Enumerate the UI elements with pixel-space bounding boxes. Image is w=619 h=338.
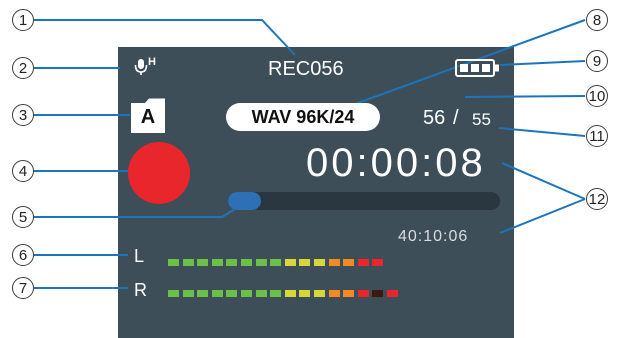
level-segment bbox=[372, 259, 384, 266]
progress-track bbox=[228, 192, 500, 210]
callout-12: 12 bbox=[586, 188, 608, 210]
level-segment bbox=[299, 259, 311, 266]
level-segment bbox=[226, 259, 238, 266]
callout-4: 4 bbox=[12, 160, 34, 182]
level-segment bbox=[255, 290, 267, 297]
callout-8: 8 bbox=[586, 9, 608, 31]
level-segment bbox=[182, 259, 194, 266]
right-channel-label: R bbox=[134, 280, 147, 300]
level-segment bbox=[343, 259, 355, 266]
callout-10: 10 bbox=[586, 85, 608, 107]
level-segment bbox=[270, 290, 282, 297]
mic-sensitivity-label: H bbox=[148, 56, 156, 68]
level-segment bbox=[314, 259, 325, 266]
callout-9: 9 bbox=[586, 50, 608, 72]
level-segment bbox=[270, 259, 282, 266]
level-segment bbox=[255, 259, 267, 266]
level-segment bbox=[168, 259, 179, 266]
battery-icon bbox=[455, 59, 501, 77]
level-segment bbox=[328, 290, 340, 297]
level-segment bbox=[284, 290, 296, 297]
level-segment bbox=[182, 290, 194, 297]
level-segment bbox=[343, 290, 355, 297]
record-icon bbox=[128, 142, 190, 204]
level-segment bbox=[241, 290, 252, 297]
folder-label: A bbox=[140, 106, 156, 128]
callout-5: 5 bbox=[12, 206, 34, 228]
level-segment bbox=[211, 290, 223, 297]
file-count-separator: / bbox=[453, 107, 459, 129]
level-segment bbox=[226, 290, 238, 297]
level-segment bbox=[197, 259, 209, 266]
level-segment bbox=[357, 290, 369, 297]
callout-1: 1 bbox=[12, 9, 34, 31]
level-segment bbox=[284, 259, 296, 266]
level-segment bbox=[299, 290, 311, 297]
level-segment bbox=[387, 290, 398, 297]
level-segment bbox=[197, 290, 209, 297]
progress-fill bbox=[228, 192, 261, 210]
level-segment bbox=[168, 290, 179, 297]
file-total: 55 bbox=[472, 110, 491, 129]
level-segment bbox=[314, 290, 325, 297]
callout-3: 3 bbox=[12, 104, 34, 126]
format-badge: WAV 96K/24 bbox=[226, 103, 380, 131]
callout-6: 6 bbox=[12, 244, 34, 266]
callout-11: 11 bbox=[586, 125, 608, 147]
file-index: 56 bbox=[423, 107, 446, 129]
elapsed-time: 00:00:08 bbox=[306, 141, 486, 185]
callout-7: 7 bbox=[12, 277, 34, 299]
microphone-icon bbox=[134, 58, 148, 76]
remaining-time: 40:10:06 bbox=[398, 228, 469, 245]
file-name: REC056 bbox=[268, 58, 344, 80]
callout-2: 2 bbox=[12, 57, 34, 79]
level-segment bbox=[241, 259, 252, 266]
level-segment bbox=[211, 259, 223, 266]
left-channel-label: L bbox=[134, 246, 145, 266]
level-segment bbox=[372, 290, 384, 297]
level-segment bbox=[357, 259, 369, 266]
level-segment bbox=[328, 259, 340, 266]
